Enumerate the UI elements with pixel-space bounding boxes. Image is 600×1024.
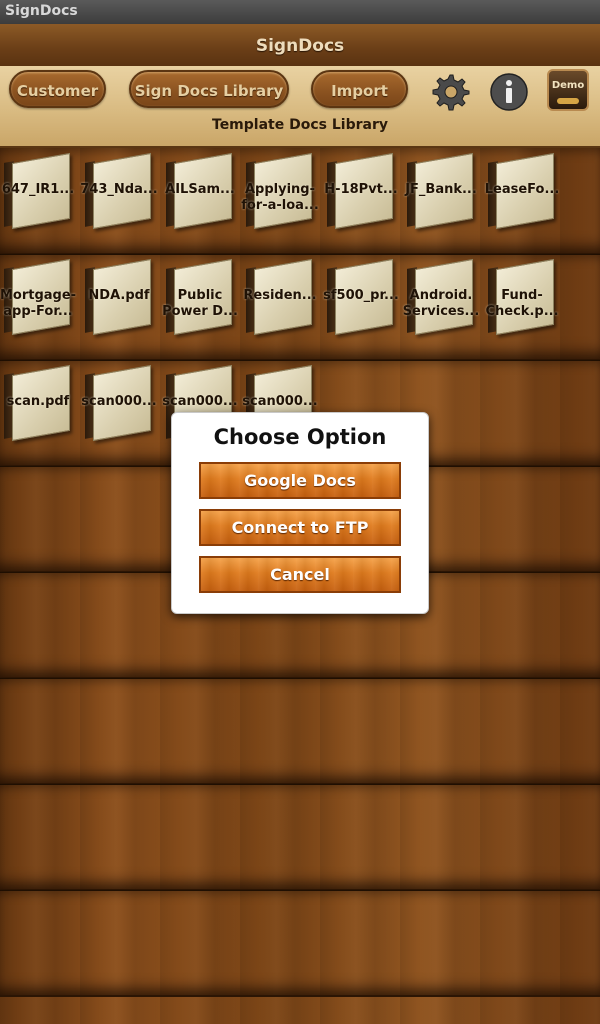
demo-button[interactable]: Demo (547, 69, 589, 111)
document-book[interactable]: Android. Services... (403, 258, 479, 338)
demo-label: Demo (551, 80, 585, 91)
document-title: JF_Bank... (405, 182, 477, 197)
document-book[interactable]: 647_IR1... (2, 152, 74, 232)
document-title: scan000... (242, 394, 318, 409)
document-book[interactable]: sf500_pr... (323, 258, 399, 338)
document-title: Mortgage- app-For... (0, 288, 77, 319)
sign-docs-library-button[interactable]: Sign Docs Library (129, 70, 289, 108)
document-title: Residen... (243, 288, 317, 303)
dialog-title: Choose Option (213, 425, 387, 449)
document-title: scan000... (81, 394, 157, 409)
shelf-2: Mortgage- app-For... NDA.pdf Public Powe… (0, 254, 600, 361)
document-title: Android. Services... (402, 288, 480, 319)
shelf-7 (0, 784, 600, 891)
document-title: Fund- Check.p... (485, 288, 559, 319)
document-title: Applying- for-a-loa... (241, 182, 319, 213)
document-title: H-18Pvt... (324, 182, 398, 197)
document-book[interactable]: 743_Nda... (80, 152, 158, 232)
document-book[interactable]: Residen... (243, 258, 317, 338)
library-subtitle: Template Docs Library (212, 117, 388, 133)
info-icon[interactable] (488, 70, 530, 112)
document-title: 647_IR1... (1, 182, 75, 197)
document-title: NDA.pdf (88, 288, 150, 303)
document-title: AILSam... (165, 182, 235, 197)
status-bar: SignDocs (0, 0, 600, 24)
customer-button[interactable]: Customer (9, 70, 106, 108)
connect-ftp-button[interactable]: Connect to FTP (199, 509, 401, 546)
document-book[interactable]: H-18Pvt... (324, 152, 398, 232)
app-title-bar: SignDocs (0, 24, 600, 68)
status-app-name: SignDocs (5, 3, 78, 19)
shelf-1: 647_IR1... 743_Nda... AILSam... Applying… (0, 148, 600, 255)
document-title: scan000... (162, 394, 238, 409)
document-title: scan.pdf (6, 394, 70, 409)
shelf-8 (0, 890, 600, 997)
document-book[interactable]: scan.pdf (2, 364, 74, 444)
document-book[interactable]: Public Power D... (162, 258, 238, 338)
demo-badge-icon (557, 98, 579, 104)
document-title: 743_Nda... (80, 182, 158, 197)
import-button[interactable]: Import (311, 70, 408, 108)
document-book[interactable]: Applying- for-a-loa... (241, 152, 319, 232)
document-book[interactable]: LeaseFo... (485, 152, 559, 232)
cancel-button[interactable]: Cancel (199, 556, 401, 593)
google-docs-button[interactable]: Google Docs (199, 462, 401, 499)
shelf-6 (0, 678, 600, 785)
document-book[interactable]: JF_Bank... (405, 152, 477, 232)
document-book[interactable]: scan000... (81, 364, 157, 444)
document-book[interactable]: Fund- Check.p... (485, 258, 559, 338)
document-book[interactable]: NDA.pdf (83, 258, 155, 338)
document-title: LeaseFo... (484, 182, 560, 197)
gear-icon[interactable] (429, 70, 471, 112)
document-title: sf500_pr... (323, 288, 399, 303)
choose-option-dialog: Choose Option Google Docs Connect to FTP… (171, 412, 429, 614)
app-title: SignDocs (255, 36, 345, 56)
document-title: Public Power D... (162, 288, 238, 319)
toolbar: Customer Sign Docs Library Import Demo T… (0, 66, 600, 148)
document-book[interactable]: AILSam... (164, 152, 236, 232)
document-book[interactable]: Mortgage- app-For... (0, 258, 76, 338)
